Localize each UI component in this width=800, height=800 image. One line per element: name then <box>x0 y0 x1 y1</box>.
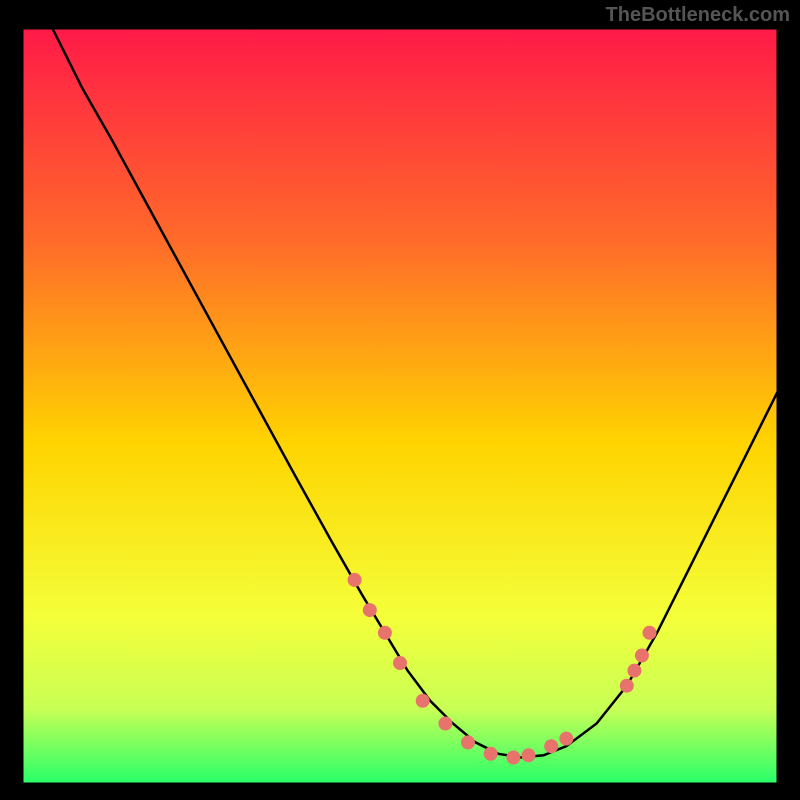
chart-container: TheBottleneck.com <box>0 0 800 800</box>
scatter-point <box>559 732 573 746</box>
plot-frame <box>22 28 778 784</box>
watermark-text: TheBottleneck.com <box>606 4 790 27</box>
scatter-point <box>461 735 475 749</box>
scatter-point <box>643 626 657 640</box>
scatter-point <box>635 649 649 663</box>
scatter-point <box>363 603 377 617</box>
scatter-point <box>506 751 520 765</box>
gradient-background <box>22 28 778 784</box>
scatter-point <box>416 694 430 708</box>
scatter-point <box>378 626 392 640</box>
scatter-point <box>438 717 452 731</box>
scatter-point <box>544 739 558 753</box>
scatter-point <box>393 656 407 670</box>
scatter-point <box>620 679 634 693</box>
scatter-point <box>484 747 498 761</box>
scatter-point <box>522 748 536 762</box>
chart-svg <box>22 28 778 784</box>
scatter-point <box>348 573 362 587</box>
scatter-point <box>627 664 641 678</box>
